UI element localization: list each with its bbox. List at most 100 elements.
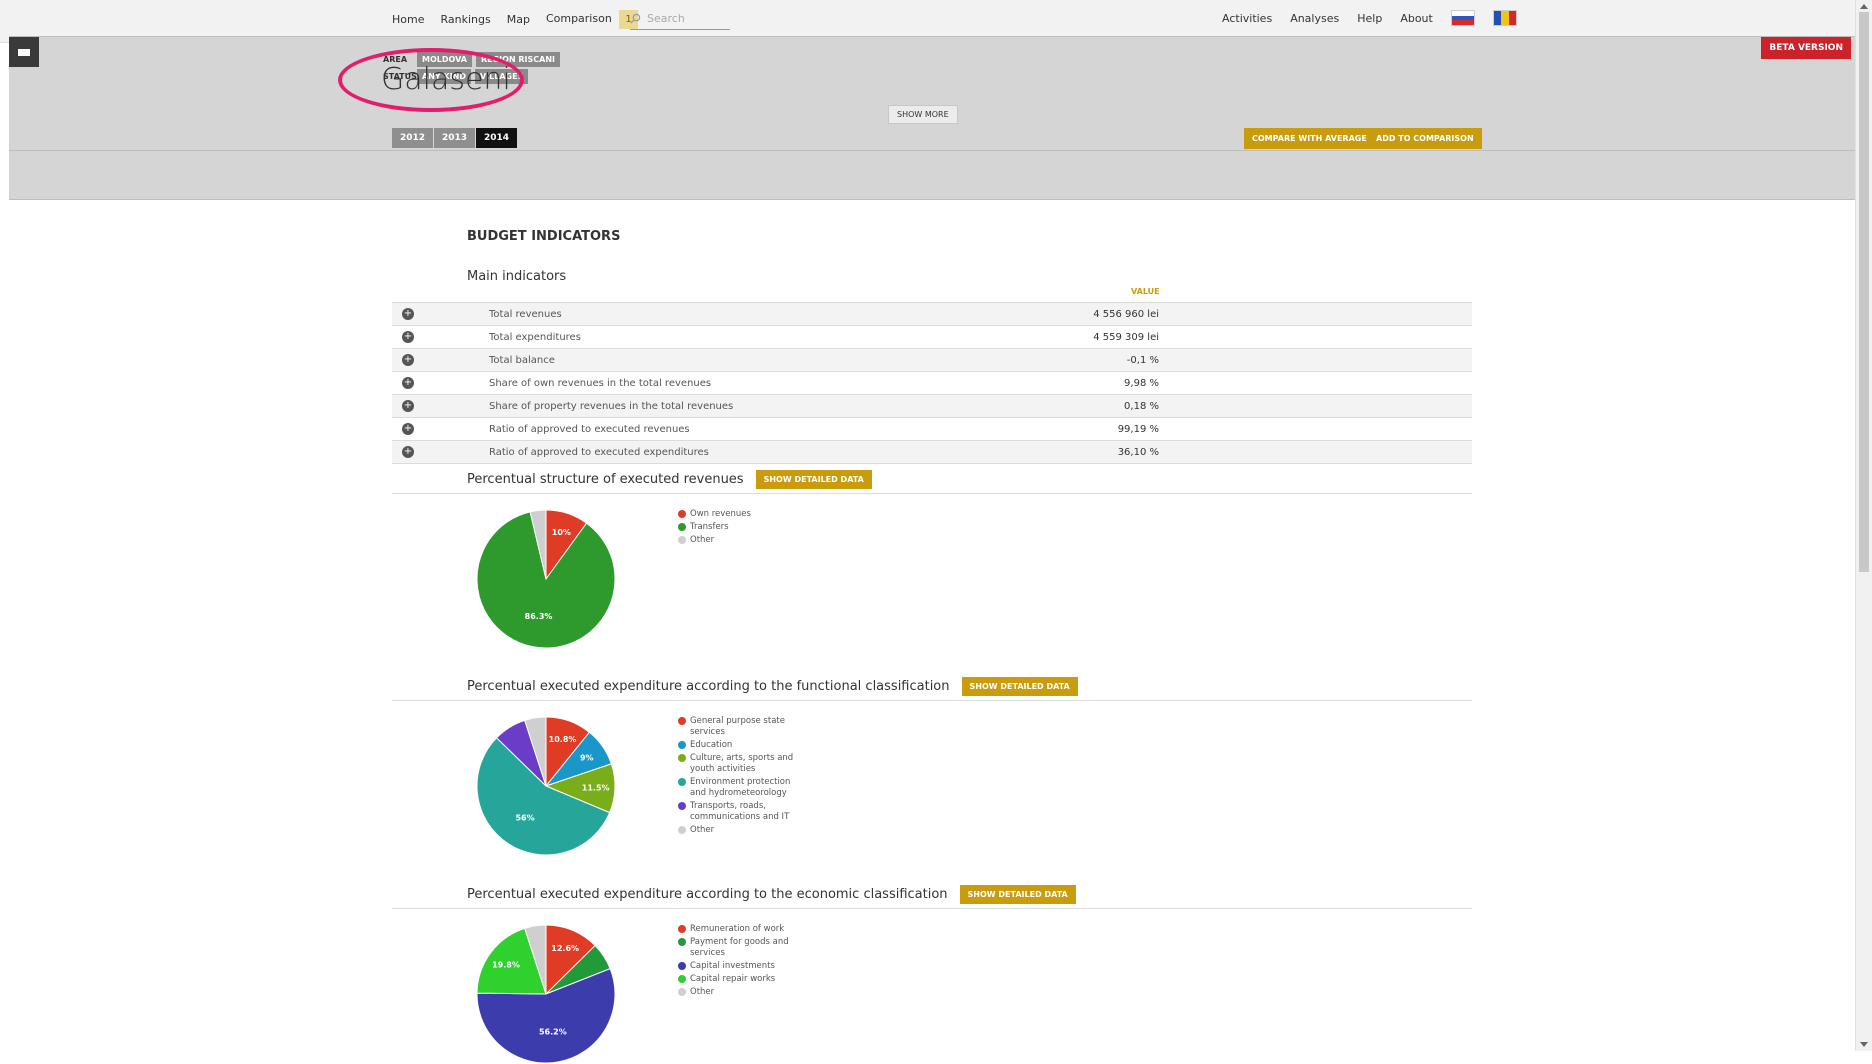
pie-slice-label: 56% [515,814,534,823]
vertical-scrollbar[interactable] [1855,0,1872,1051]
scrollbar-thumb[interactable] [1859,12,1869,572]
legend-dot-icon [678,826,686,834]
row-value: -0,1 % [1126,354,1159,366]
legend-item[interactable]: General purpose state services [678,716,808,738]
search-input[interactable]: Search [630,7,730,30]
value-column-header: VALUE [1131,287,1160,296]
show-detailed-data-button[interactable]: SHOW DETAILED DATA [961,677,1078,696]
row-value: 9,98 % [1124,377,1159,389]
expand-icon[interactable]: + [402,354,414,366]
expand-icon[interactable]: + [402,331,414,343]
pie-slice-label: 56.2% [539,1027,567,1036]
pie-slice-label: 86.3% [525,612,553,621]
legend-item[interactable]: Capital repair works [678,974,808,985]
legend-item[interactable]: Capital investments [678,961,808,972]
table-row[interactable]: + Ratio of approved to executed expenditu… [392,440,1472,463]
compare-with-average-button[interactable]: COMPARE WITH AVERAGE [1244,128,1375,149]
nav-map[interactable]: Map [507,13,530,26]
functional-chart-title: Percentual executed expenditure accordin… [467,679,950,694]
economic-chart-header: Percentual executed expenditure accordin… [467,885,1076,904]
nav-left: Home Rankings Map Comparison 1 [392,10,638,29]
legend-item[interactable]: Transfers [678,522,808,533]
nav-comparison[interactable]: Comparison 1 [546,10,638,29]
row-label: Ratio of approved to executed revenues [489,423,690,435]
legend-label: Other [690,987,715,997]
functional-chart-header: Percentual executed expenditure accordin… [467,677,1078,696]
row-label: Total expenditures [489,331,581,343]
legend-dot-icon [678,754,686,762]
legend-item[interactable]: Other [678,535,808,546]
legend-item[interactable]: Own revenues [678,509,808,520]
row-label: Total revenues [489,308,562,320]
row-value: 4 559 309 lei [1093,331,1159,343]
legend-item[interactable]: Other [678,825,808,836]
legend-dot-icon [678,717,686,725]
table-bottom-border [392,463,1472,464]
table-row[interactable]: + Share of own revenues in the total reve… [392,371,1472,394]
legend-item[interactable]: Environment protection and hydrometeorol… [678,777,808,799]
legend-item[interactable]: Remuneration of work [678,924,808,935]
nav-activities[interactable]: Activities [1222,12,1272,25]
search-placeholder: Search [647,11,685,25]
expand-icon[interactable]: + [402,446,414,458]
legend-item[interactable]: Payment for goods and services [678,937,808,959]
show-detailed-data-button[interactable]: SHOW DETAILED DATA [755,470,872,489]
economic-legend: Remuneration of work Payment for goods an… [678,924,808,1000]
revenues-legend: Own revenues Transfers Other [678,509,808,548]
row-value: 36,10 % [1117,446,1159,458]
legend-dot-icon [678,925,686,933]
table-row[interactable]: + Total expenditures 4 559 309 lei [392,325,1472,348]
table-row[interactable]: + Share of property revenues in the total… [392,394,1472,417]
table-row[interactable]: + Total revenues 4 556 960 lei [392,302,1472,325]
chart-divider [392,493,1472,494]
pie-slice-label: 19.8% [492,961,520,970]
legend-label: Transports, roads, communications and IT [690,801,790,822]
functional-legend: General purpose state services Education C… [678,716,808,838]
year-2013-button[interactable]: 2013 [434,128,476,148]
legend-label: Own revenues [690,509,751,519]
nav-rankings[interactable]: Rankings [440,13,490,26]
search-icon [630,13,641,24]
revenues-pie-chart: 10% 86.3% [476,509,616,649]
legend-item[interactable]: Transports, roads, communications and IT [678,801,808,823]
row-value: 99,19 % [1117,423,1159,435]
revenues-chart-title: Percentual structure of executed revenue… [467,472,744,487]
nav-home[interactable]: Home [392,13,424,26]
legend-item[interactable]: Education [678,740,808,751]
nav-analyses[interactable]: Analyses [1290,12,1339,25]
table-row[interactable]: + Ratio of approved to executed revenues 9… [392,417,1472,440]
pie-slice-label: 9% [580,754,594,763]
legend-label: Other [690,535,715,545]
pie-slice-label: 12.6% [551,944,579,953]
expand-icon[interactable]: + [402,377,414,389]
nav-right: Activities Analyses Help About [1222,10,1517,26]
add-to-comparison-button[interactable]: ADD TO COMPARISON [1368,128,1482,149]
show-detailed-data-button[interactable]: SHOW DETAILED DATA [959,885,1076,904]
menu-toggle-button[interactable] [9,37,39,67]
legend-item[interactable]: Other [678,987,808,998]
expand-icon[interactable]: + [402,400,414,412]
legend-item[interactable]: Culture, arts, sports and youth activiti… [678,753,808,775]
table-row[interactable]: + Total balance -0,1 % [392,348,1472,371]
scroll-up-icon[interactable] [1860,4,1868,9]
moldovan-flag-icon[interactable] [1492,10,1517,26]
year-2012-button[interactable]: 2012 [392,128,434,148]
legend-label: Payment for goods and services [690,937,789,958]
expand-icon[interactable]: + [402,423,414,435]
chart-divider [392,700,1472,701]
year-2014-button[interactable]: 2014 [476,128,518,148]
nav-help[interactable]: Help [1357,12,1382,25]
budget-indicators-title: BUDGET INDICATORS [467,229,621,244]
legend-label: Culture, arts, sports and youth activiti… [690,753,794,774]
legend-dot-icon [678,802,686,810]
economic-pie-chart: 12.6% 56.2% 19.8% [476,924,616,1064]
russian-flag-icon[interactable] [1450,10,1475,26]
expand-icon[interactable]: + [402,308,414,320]
scroll-down-icon[interactable] [1860,1042,1868,1047]
legend-label: Capital investments [690,961,775,971]
legend-label: Capital repair works [690,974,776,984]
nav-about[interactable]: About [1400,12,1433,25]
show-more-button[interactable]: SHOW MORE [888,105,958,124]
legend-dot-icon [678,962,686,970]
menu-icon [18,48,30,56]
